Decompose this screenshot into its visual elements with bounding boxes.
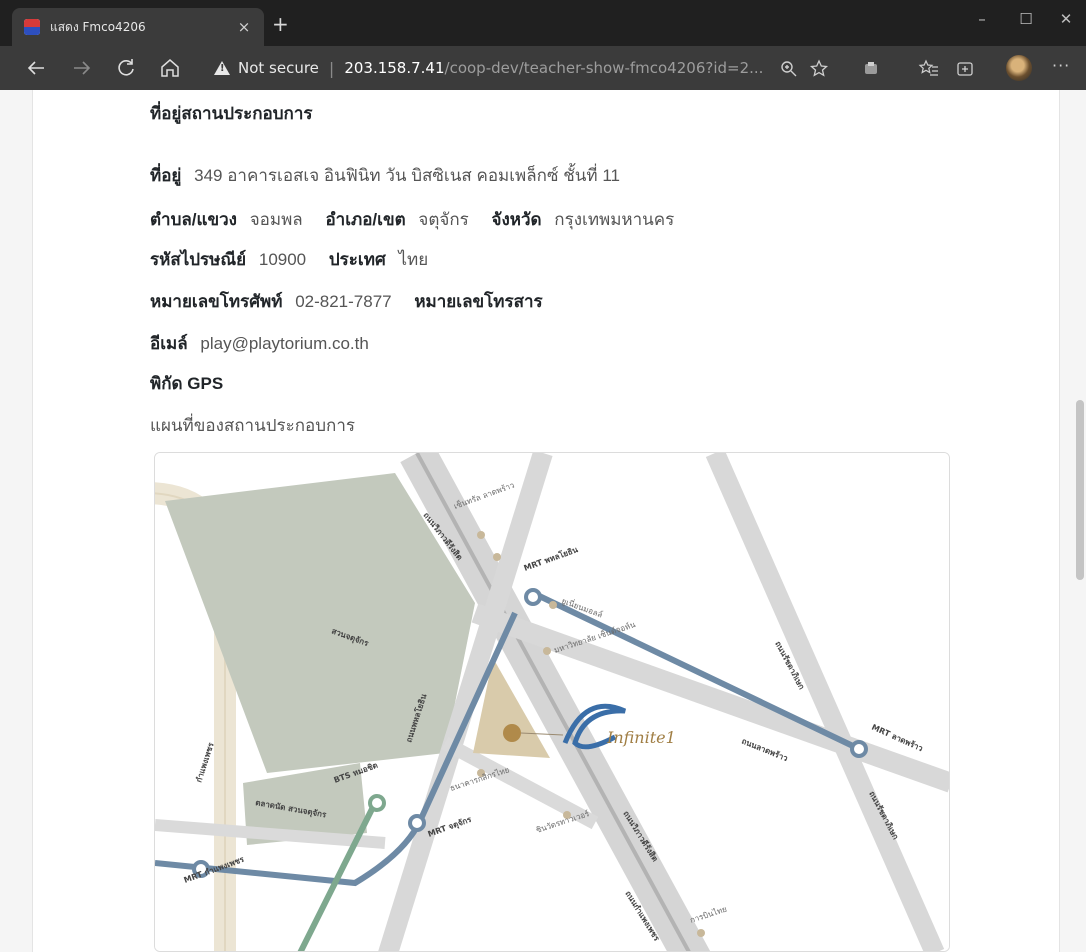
district-value: จตุจักร	[418, 210, 469, 229]
phone-value: 02-821-7877	[295, 292, 392, 311]
close-tab-icon[interactable]: ×	[234, 18, 254, 36]
warning-icon	[214, 61, 230, 75]
district-label: อำเภอ/เขต	[325, 210, 406, 229]
security-label[interactable]: Not secure	[238, 59, 319, 77]
home-icon	[161, 59, 179, 77]
section-title: ที่อยู่สถานประกอบการ	[150, 104, 313, 123]
country-value: ไทย	[398, 250, 429, 269]
address-value: 349 อาคารเอสเจ อินฟินิท วัน บิสซิเนส คอม…	[194, 166, 620, 185]
map-brand: Infinite1	[606, 728, 676, 747]
map-station-mrt-latphrao	[850, 740, 868, 758]
address-label: ที่อยู่	[150, 166, 182, 185]
back-button[interactable]	[24, 56, 48, 80]
forward-button[interactable]	[70, 56, 94, 80]
map-station-mrt-phahon	[524, 588, 542, 606]
address-bar[interactable]: Not secure | 203.158.7.41/coop-dev/teach…	[202, 52, 842, 84]
refresh-button[interactable]	[114, 56, 138, 80]
subdistrict-value: จอมพล	[249, 210, 303, 229]
tab-title: แสดง Fmco4206	[50, 19, 146, 34]
forward-arrow-icon	[74, 61, 91, 75]
postcode-label: รหัสไปรษณีย์	[150, 250, 247, 269]
province-label: จังหวัด	[491, 210, 542, 229]
browser-tab[interactable]: แสดง Fmco4206 ×	[12, 8, 264, 46]
favorite-add-icon[interactable]	[808, 58, 830, 80]
postcode-value: 10900	[258, 250, 307, 269]
refresh-icon	[118, 59, 134, 76]
map-site-marker	[503, 724, 521, 742]
map-station-mrt-chatuchak	[408, 814, 426, 832]
location-map[interactable]: Infinite1 สวนจตุจักร ตลาดนัด สวนจตุจักร …	[154, 452, 950, 952]
postcode-row: รหัสไปรษณีย์ 10900 ประเทศ ไทย	[150, 246, 446, 273]
country-label: ประเทศ	[328, 250, 386, 269]
email-value: play@playtorium.co.th	[200, 334, 369, 353]
zoom-icon[interactable]	[778, 58, 800, 80]
gps-label: พิกัด GPS	[150, 374, 224, 393]
address-separator: |	[328, 58, 335, 78]
back-arrow-icon	[27, 61, 44, 75]
map-svg: Infinite1 สวนจตุจักร ตลาดนัด สวนจตุจักร …	[155, 453, 949, 951]
favorites-icon[interactable]	[918, 58, 940, 80]
phone-label: หมายเลขโทรศัพท์	[150, 292, 283, 311]
subdistrict-label: ตำบล/แขวง	[150, 210, 237, 229]
browser-toolbar: Not secure | 203.158.7.41/coop-dev/teach…	[0, 46, 1086, 90]
extension-icon[interactable]	[860, 58, 882, 80]
minimize-button[interactable]: –	[962, 10, 1002, 28]
address-row: ที่อยู่ 349 อาคารเอสเจ อินฟินิท วัน บิสซ…	[150, 162, 638, 189]
page-viewport: ที่อยู่สถานประกอบการ ที่อยู่ 349 อาคารเอ…	[0, 90, 1086, 952]
district-row: ตำบล/แขวง จอมพล อำเภอ/เขต จตุจักร จังหวั…	[150, 206, 692, 233]
collections-icon[interactable]	[954, 58, 976, 80]
title-bar: แสดง Fmco4206 × + – ☐ ✕	[0, 0, 1086, 46]
profile-avatar[interactable]	[1006, 55, 1032, 81]
map-station-bts-mochit	[368, 794, 386, 812]
email-label: อีเมล์	[150, 334, 188, 353]
fax-label: หมายเลขโทรสาร	[414, 292, 543, 311]
maximize-button[interactable]: ☐	[1006, 10, 1046, 28]
close-window-button[interactable]: ✕	[1046, 10, 1086, 28]
home-button[interactable]	[158, 56, 182, 80]
url-host: 203.158.7.41	[344, 59, 445, 77]
site-favicon-icon	[24, 19, 40, 35]
url-path: /coop-dev/teacher-show-fmco4206?id=2...	[444, 59, 764, 77]
scrollbar-thumb[interactable]	[1076, 400, 1084, 580]
more-menu-button[interactable]: ···	[1052, 56, 1070, 75]
scrollbar-track[interactable]	[1070, 90, 1086, 952]
gps-row: พิกัด GPS	[150, 370, 231, 397]
map-caption: แผนที่ของสถานประกอบการ	[150, 416, 356, 435]
phone-row: หมายเลขโทรศัพท์ 02-821-7877 หมายเลขโทรสา…	[150, 288, 551, 315]
email-row: อีเมล์ play@playtorium.co.th	[150, 330, 387, 357]
province-value: กรุงเทพมหานคร	[554, 210, 675, 229]
new-tab-button[interactable]: +	[272, 14, 289, 34]
